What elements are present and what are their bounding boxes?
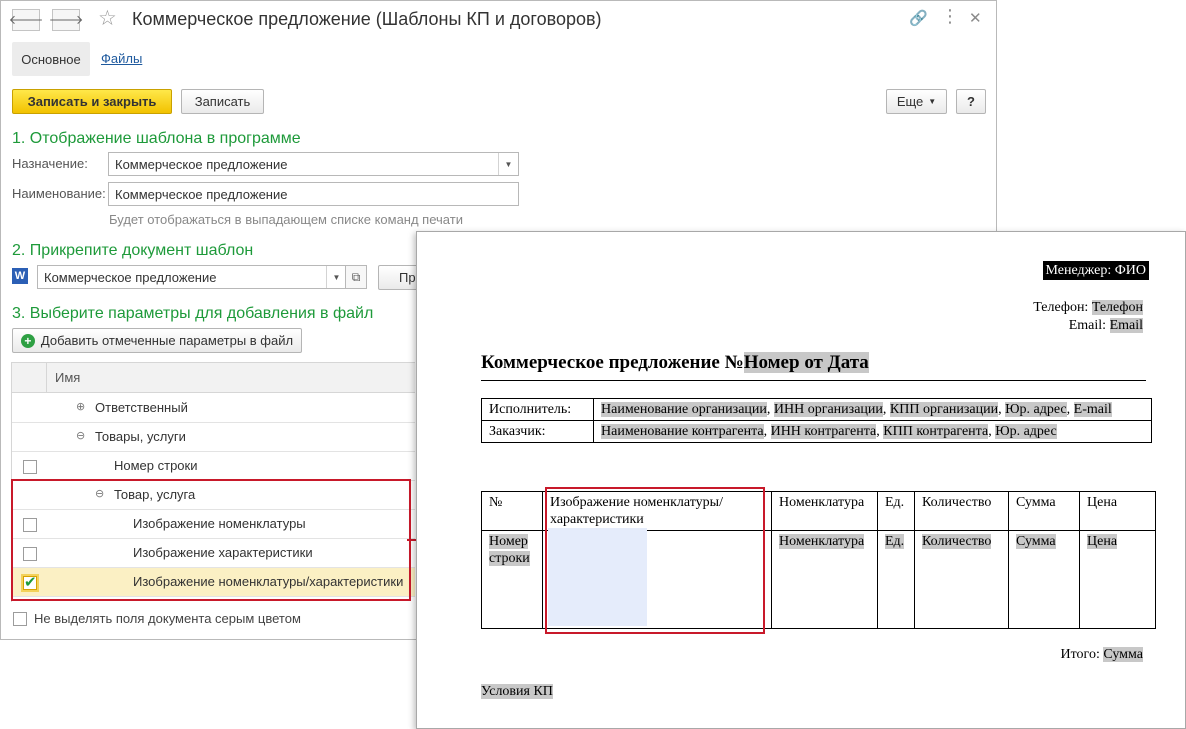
template-document-select[interactable]: Коммерческое предложение ▼ bbox=[37, 265, 347, 289]
cell-price: Цена bbox=[1079, 530, 1156, 629]
col-header-price: Цена bbox=[1079, 491, 1156, 531]
email-value: Email bbox=[1109, 318, 1143, 333]
conditions-text: Условия КП bbox=[481, 684, 553, 699]
col-header-quantity: Количество bbox=[914, 491, 1009, 531]
open-document-button[interactable]: ⧉ bbox=[345, 265, 367, 289]
manager-value: ФИО bbox=[1114, 263, 1146, 278]
document-preview: Менеджер: ФИО Телефон: Телефон Email: Em… bbox=[416, 231, 1186, 729]
tree-header: Имя bbox=[12, 363, 415, 393]
tree-row-label: Товары, услуги bbox=[95, 429, 186, 444]
tree-row-label: Ответственный bbox=[95, 400, 188, 415]
tree-row[interactable]: ⊕ Ответственный bbox=[12, 394, 415, 423]
link-icon[interactable]: 🔗 bbox=[909, 9, 928, 29]
executor-value: Наименование организации, ИНН организаци… bbox=[593, 398, 1152, 421]
expand-plus-icon[interactable]: ⊕ bbox=[76, 400, 85, 413]
parties-table: Исполнитель: Наименование организации, И… bbox=[481, 398, 1152, 443]
customer-label: Заказчик: bbox=[481, 420, 594, 443]
window-title: Коммерческое предложение (Шаблоны КП и д… bbox=[132, 9, 602, 29]
section1-title: 1. Отображение шаблона в программе bbox=[12, 130, 301, 147]
purpose-select[interactable]: Коммерческое предложение ▼ bbox=[108, 152, 519, 176]
total-line: Итого: Сумма bbox=[1061, 647, 1143, 663]
phone-value: Телефон bbox=[1091, 300, 1143, 315]
more-vertical-icon[interactable]: ⋮ bbox=[941, 6, 959, 26]
section3-title: 3. Выберите параметры для добавления в ф… bbox=[12, 305, 374, 322]
col-header-sum: Сумма bbox=[1008, 491, 1080, 531]
cell-row-number: Номер строки bbox=[481, 530, 543, 629]
total-value: Сумма bbox=[1103, 647, 1143, 662]
chevron-down-icon: ▼ bbox=[928, 97, 937, 106]
tree-row-label: Номер строки bbox=[114, 458, 198, 473]
add-params-button[interactable]: + Добавить отмеченные параметры в файл bbox=[12, 328, 302, 353]
dropdown-arrow-icon[interactable]: ▼ bbox=[326, 266, 346, 288]
cell-nomenclature: Номенклатура bbox=[771, 530, 878, 629]
section2-title: 2. Прикрепите документ шаблон bbox=[12, 242, 254, 259]
help-button[interactable]: ? bbox=[956, 89, 986, 114]
collapse-minus-icon[interactable]: ⊖ bbox=[76, 429, 85, 442]
cell-unit: Ед. bbox=[877, 530, 915, 629]
manager-label: Менеджер: bbox=[1045, 263, 1112, 278]
column-header-name[interactable]: Имя bbox=[55, 370, 80, 385]
title-bar: 🡐 🡒 ☆ Коммерческое предложение (Шаблоны … bbox=[1, 1, 996, 39]
name-value: Коммерческое предложение bbox=[115, 186, 288, 202]
purpose-value: Коммерческое предложение bbox=[115, 156, 288, 172]
col-header-unit: Ед. bbox=[877, 491, 915, 531]
document-title: Коммерческое предложение №Номер от Дата bbox=[481, 352, 869, 373]
total-label: Итого: bbox=[1060, 647, 1100, 662]
template-document-value: Коммерческое предложение bbox=[44, 269, 217, 285]
executor-label: Исполнитель: bbox=[481, 398, 594, 421]
checkbox[interactable] bbox=[23, 460, 37, 474]
manager-line: Менеджер: ФИО bbox=[1042, 261, 1149, 280]
add-params-label: Добавить отмеченные параметры в файл bbox=[40, 333, 294, 348]
tree-row[interactable]: Номер строки bbox=[12, 452, 415, 481]
purpose-label: Назначение: bbox=[12, 156, 88, 171]
tree-row[interactable]: ⊖ Товары, услуги bbox=[12, 423, 415, 452]
phone-line: Телефон: Телефон bbox=[1033, 300, 1143, 316]
plus-icon: + bbox=[20, 333, 35, 348]
back-button[interactable]: 🡐 bbox=[9, 9, 43, 31]
open-window-icon: ⧉ bbox=[351, 269, 361, 284]
cell-quantity: Количество bbox=[914, 530, 1009, 629]
conditions-line: Условия КП bbox=[481, 684, 553, 700]
tab-files[interactable]: Файлы bbox=[101, 51, 142, 66]
highlight-frame bbox=[545, 487, 765, 634]
dropdown-arrow-icon[interactable]: ▼ bbox=[498, 153, 518, 175]
email-line: Email: Email bbox=[1069, 318, 1143, 334]
more-button[interactable]: Еще ▼ bbox=[886, 89, 947, 114]
col-header-number: № bbox=[481, 491, 543, 531]
forward-button[interactable]: 🡒 bbox=[49, 9, 83, 31]
star-icon[interactable]: ☆ bbox=[98, 6, 117, 32]
cell-sum: Сумма bbox=[1008, 530, 1080, 629]
arrow-right-icon: 🡒 bbox=[48, 12, 84, 27]
close-icon[interactable]: ✕ bbox=[969, 9, 982, 29]
name-input[interactable]: Коммерческое предложение bbox=[108, 182, 519, 206]
arrow-left-icon: 🡐 bbox=[8, 12, 44, 27]
more-button-label: Еще bbox=[896, 94, 924, 109]
no-gray-label: Не выделять поля документа серым цветом bbox=[34, 611, 301, 626]
save-button[interactable]: Записать bbox=[181, 89, 264, 114]
name-label: Наименование: bbox=[12, 186, 106, 201]
purpose-hint: Будет отображаться в выпадающем списке к… bbox=[109, 212, 463, 227]
phone-label: Телефон: bbox=[1033, 300, 1089, 315]
customer-value: Наименование контрагента, ИНН контрагент… bbox=[593, 420, 1152, 443]
no-gray-checkbox[interactable] bbox=[13, 612, 27, 626]
tab-main[interactable]: Основное bbox=[12, 42, 90, 76]
highlight-frame bbox=[11, 479, 411, 601]
save-and-close-button[interactable]: Записать и закрыть bbox=[12, 89, 172, 114]
word-document-icon: W bbox=[12, 268, 28, 284]
col-header-nomenclature: Номенклатура bbox=[771, 491, 878, 531]
email-label: Email: bbox=[1068, 318, 1107, 333]
